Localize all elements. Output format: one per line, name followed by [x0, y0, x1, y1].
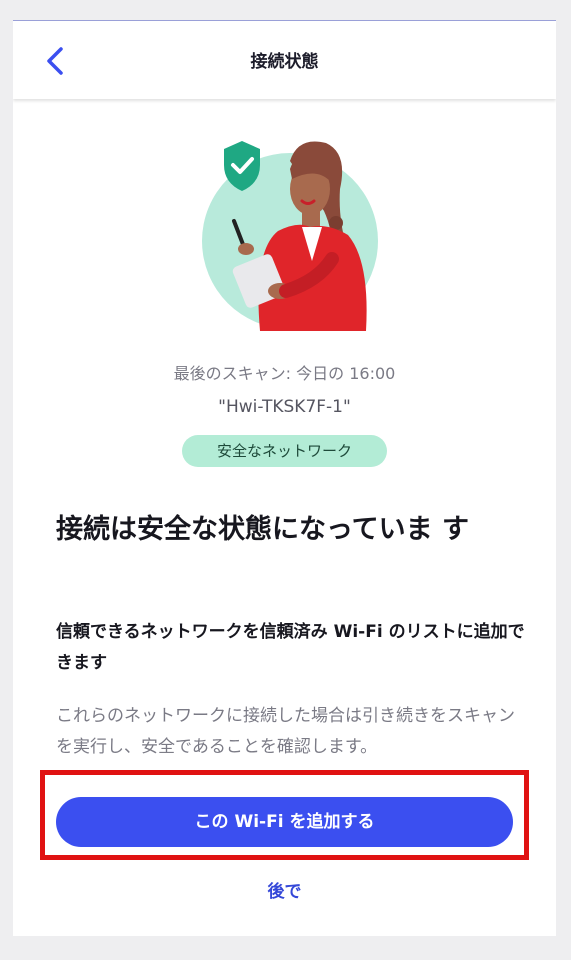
status-badge: 安全なネットワーク [182, 435, 387, 467]
status-headline: 接続は安全な状態になっていま す [56, 514, 470, 545]
app-header: 接続状態 [13, 21, 556, 99]
network-ssid: "Hwi-TKSK7F-1" [218, 397, 351, 417]
secure-user-illustration [202, 141, 378, 331]
later-button[interactable]: 後で [13, 877, 556, 902]
page-title: 接続状態 [250, 52, 319, 72]
trusted-wifi-subhead: 信頼できるネットワークを信頼済み Wi-Fi のリストに追加できます [56, 622, 525, 673]
highlight-box [40, 770, 529, 860]
last-scan-time: 最後のスキャン: 今日の 16:00 [173, 364, 396, 383]
